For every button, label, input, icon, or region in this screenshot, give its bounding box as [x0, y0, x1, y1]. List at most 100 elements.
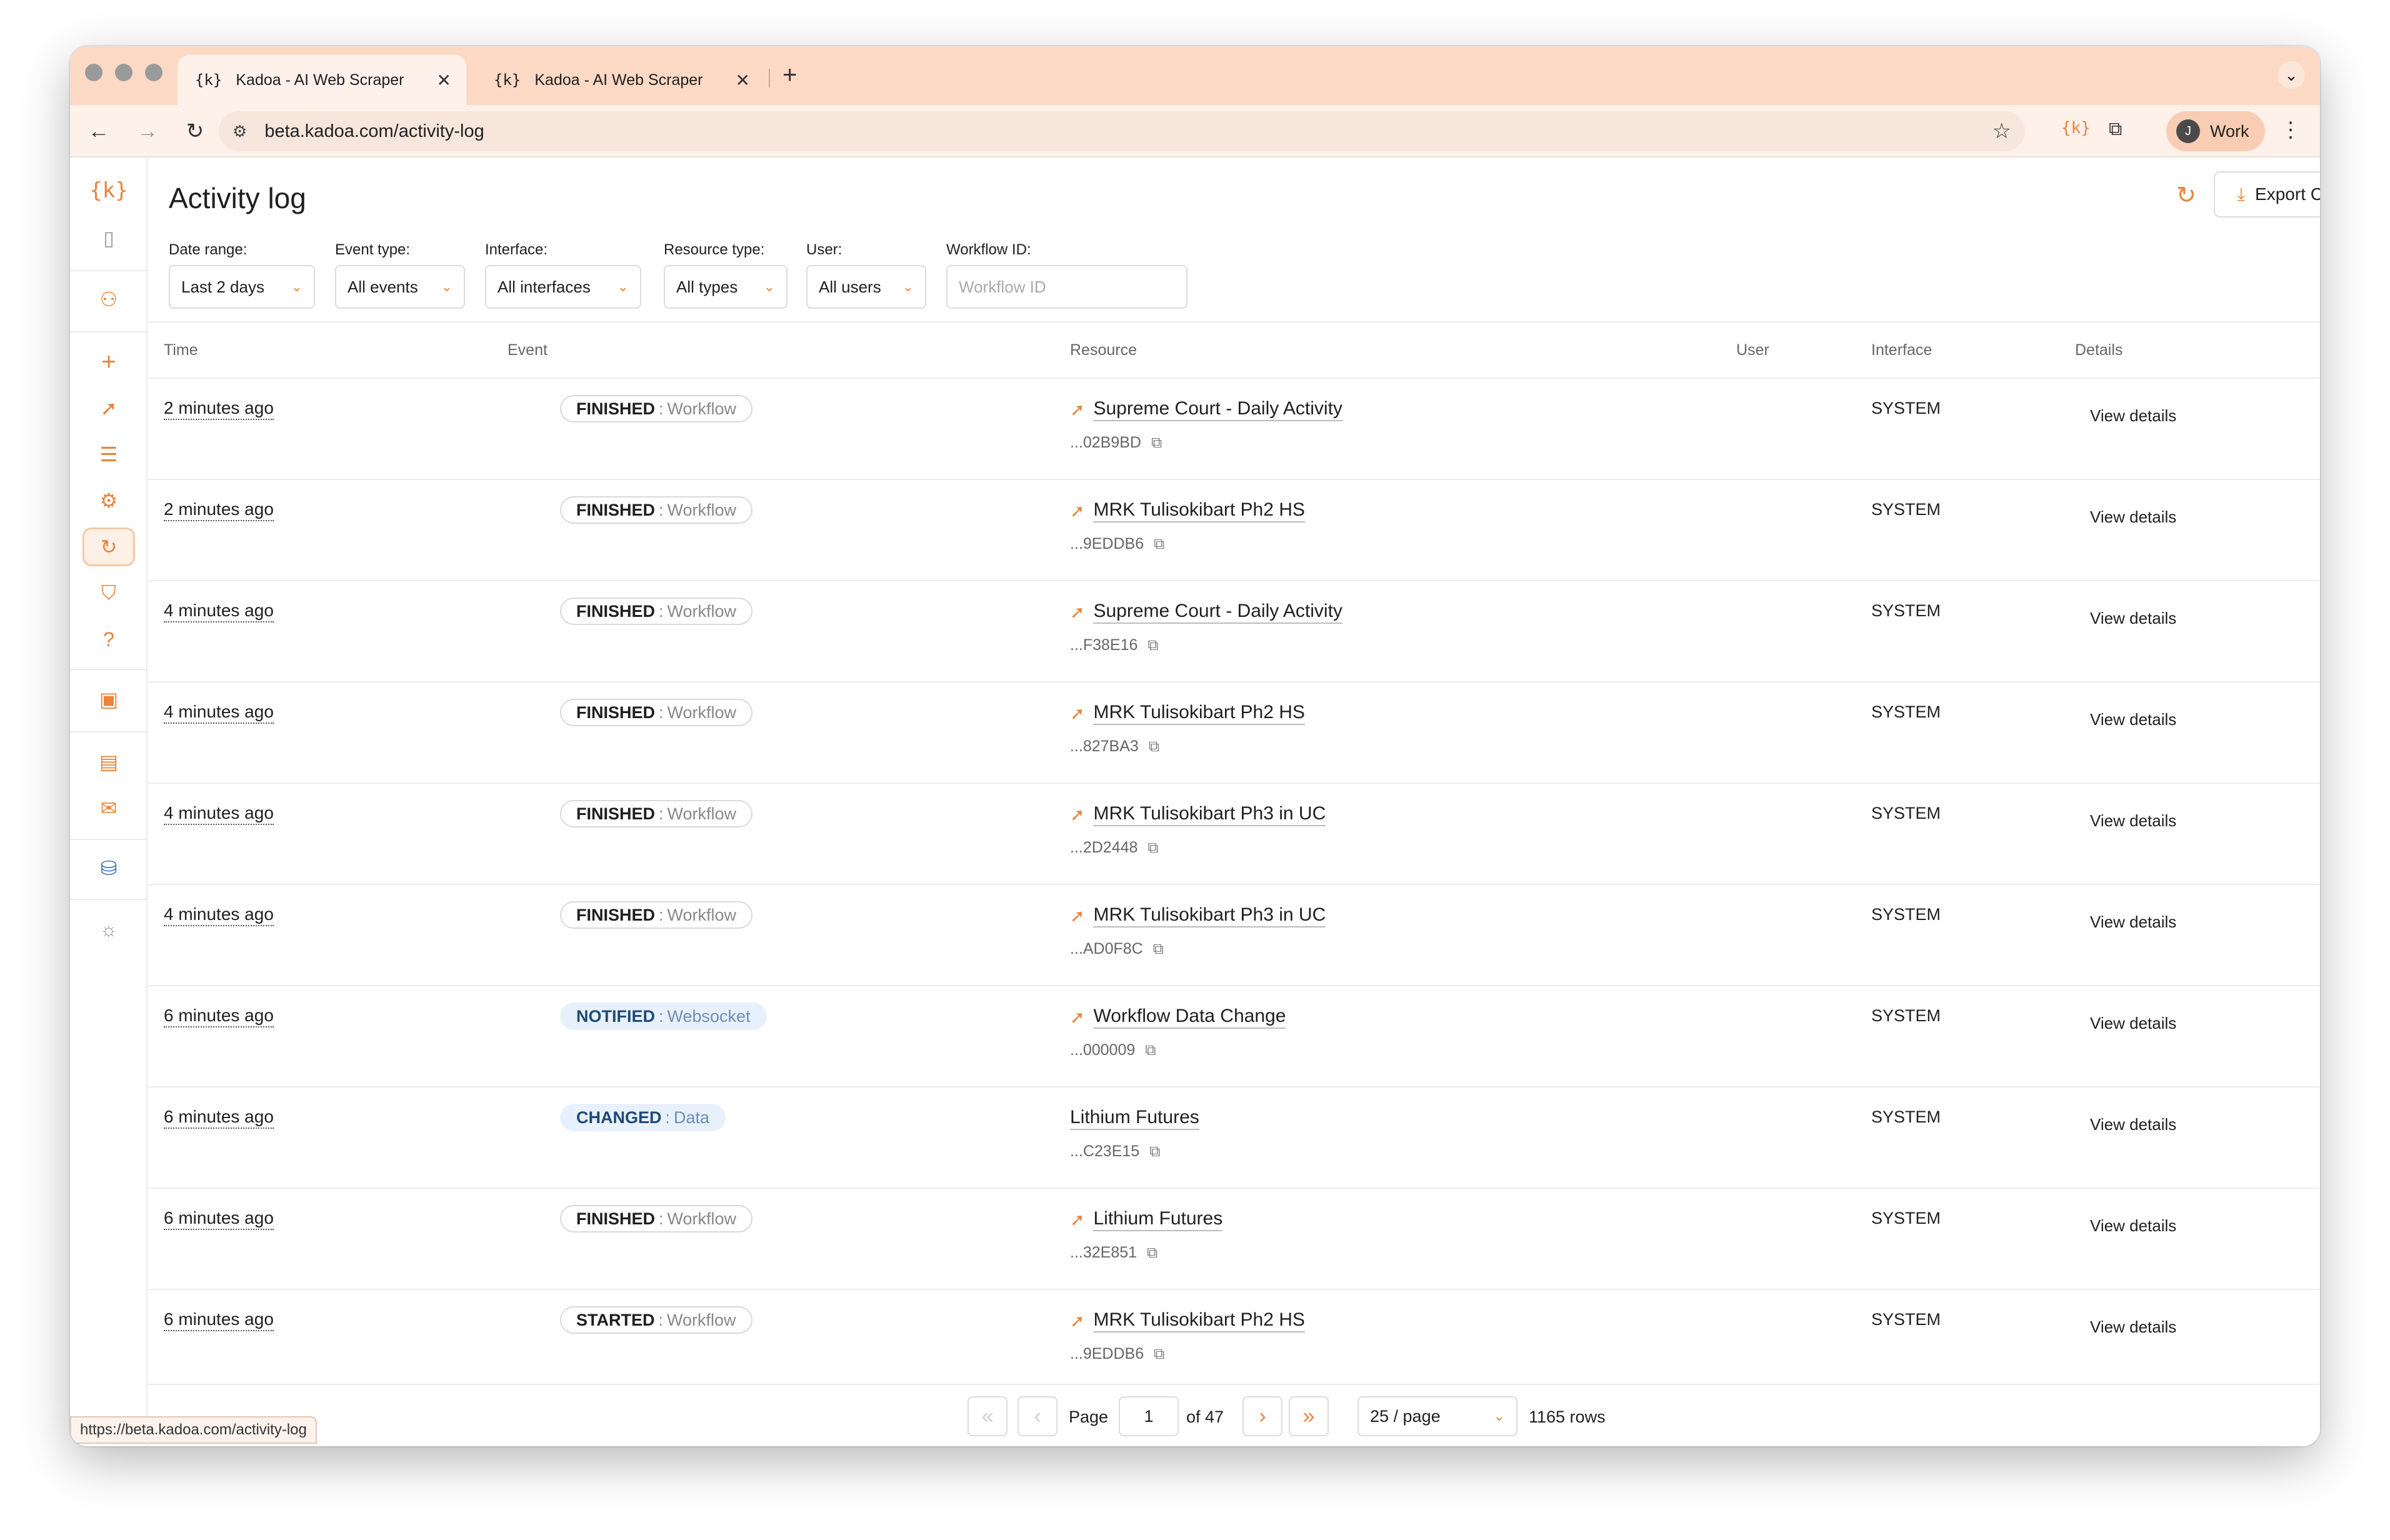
next-page-icon[interactable]: › [1242, 1396, 1282, 1436]
help-icon[interactable]: ? [82, 620, 135, 659]
resource-link[interactable]: ➚ MRK Tulisokibart Ph2 HS [1070, 1309, 1305, 1332]
shield-icon[interactable]: ⛉ [82, 574, 135, 612]
resource-name[interactable]: Workflow Data Change [1093, 1005, 1286, 1029]
resource-name[interactable]: MRK Tulisokibart Ph2 HS [1093, 701, 1305, 725]
resource-link[interactable]: ➚ MRK Tulisokibart Ph2 HS [1070, 701, 1305, 725]
column-header-details[interactable]: Details [2075, 341, 2122, 359]
table-row[interactable]: 6 minutes ago STARTED: Workflow ➚ MRK Tuliso… [148, 1290, 2320, 1384]
view-details-link[interactable]: View details [2090, 912, 2176, 932]
tab-search-chevron-icon[interactable]: ⌄ [2278, 61, 2305, 89]
resource-name[interactable]: MRK Tulisokibart Ph2 HS [1093, 1309, 1305, 1332]
first-page-icon[interactable]: « [968, 1396, 1008, 1436]
kadoa-logo-icon[interactable]: {k} [82, 171, 135, 210]
resource-link[interactable]: ➚ Workflow Data Change [1070, 1005, 1286, 1029]
resource-name[interactable]: Lithium Futures [1093, 1208, 1223, 1231]
reload-icon[interactable]: ↻ [180, 116, 210, 146]
new-tab-icon[interactable]: + [782, 62, 797, 88]
extensions-puzzle-icon[interactable]: ⧉ [2109, 119, 2122, 140]
browser-tab-active[interactable]: {k} Kadoa - AI Web Scraper ✕ [178, 55, 466, 105]
resource-name[interactable]: Lithium Futures [1070, 1106, 1199, 1130]
user-select[interactable]: All users ⌄ [806, 265, 926, 309]
sun-icon[interactable]: ☼ [82, 910, 135, 949]
copy-icon[interactable]: ⧉ [1154, 536, 1164, 553]
minimize-window-button[interactable] [115, 64, 132, 81]
table-row[interactable]: 4 minutes ago FINISHED: Workflow ➚ MRK Tulis… [148, 682, 2320, 784]
page-number-input[interactable]: 1 [1119, 1396, 1179, 1436]
address-bar[interactable]: ⚙ beta.kadoa.com/activity-log ☆ [219, 111, 2025, 151]
sidebar-toggle-icon[interactable]: ▯ [82, 219, 135, 258]
table-row[interactable]: 6 minutes ago NOTIFIED: Websocket ➚ Workflow… [148, 986, 2320, 1088]
add-icon[interactable]: + [82, 342, 135, 381]
profile-button[interactable]: J Work [2166, 111, 2265, 151]
zoom-window-button[interactable] [145, 64, 162, 81]
resource-name[interactable]: Supreme Court - Daily Activity [1093, 600, 1342, 624]
export-csv-button[interactable]: ⤓ Export CSV [2214, 171, 2320, 218]
resource-name[interactable]: Supreme Court - Daily Activity [1093, 398, 1342, 421]
table-row[interactable]: 6 minutes ago FINISHED: Workflow ➚ Lithium F… [148, 1189, 2320, 1290]
resource-name[interactable]: MRK Tulisokibart Ph3 in UC [1093, 904, 1326, 928]
column-header-time[interactable]: Time [164, 341, 198, 359]
table-row[interactable]: 4 minutes ago FINISHED: Workflow ➚ MRK Tulis… [148, 784, 2320, 885]
resource-link[interactable]: ➚ MRK Tulisokibart Ph2 HS [1070, 499, 1305, 522]
browser-tab[interactable]: {k} Kadoa - AI Web Scraper ✕ [476, 55, 765, 105]
resource-link[interactable]: ➚ Lithium Futures [1070, 1208, 1223, 1231]
copy-icon[interactable]: ⧉ [1148, 839, 1158, 857]
kadoa-extension-icon[interactable]: {k} [2061, 119, 2091, 138]
table-row[interactable]: 2 minutes ago FINISHED: Workflow ➚ Supreme C… [148, 379, 2320, 480]
site-settings-icon[interactable]: ⚙ [232, 122, 247, 141]
forward-arrow-icon[interactable]: → [132, 116, 162, 146]
view-details-link[interactable]: View details [2090, 1318, 2176, 1337]
table-row[interactable]: 4 minutes ago FINISHED: Workflow ➚ Supreme C… [148, 581, 2320, 682]
team-icon[interactable]: ⚇ [82, 280, 135, 319]
table-row[interactable]: 2 minutes ago FINISHED: Workflow ➚ MRK Tulis… [148, 480, 2320, 581]
column-header-user[interactable]: User [1736, 341, 1769, 359]
close-tab-icon[interactable]: ✕ [736, 70, 750, 91]
resource-link[interactable]: ➚ Supreme Court - Daily Activity [1070, 600, 1342, 624]
list-icon[interactable]: ☰ [82, 435, 135, 474]
mail-icon[interactable]: ✉ [82, 789, 135, 828]
book-icon[interactable]: ▤ [82, 742, 135, 781]
copy-icon[interactable]: ⧉ [1153, 941, 1164, 958]
browser-menu-icon[interactable]: ⋮ [2280, 118, 2301, 142]
last-page-icon[interactable]: » [1289, 1396, 1329, 1436]
view-details-link[interactable]: View details [2090, 1115, 2176, 1134]
copy-icon[interactable]: ⧉ [1151, 434, 1162, 452]
resource-link[interactable]: Lithium Futures [1070, 1106, 1199, 1130]
address-url[interactable]: beta.kadoa.com/activity-log [264, 121, 484, 142]
bookmark-star-icon[interactable]: ☆ [1992, 119, 2011, 144]
resource-link[interactable]: ➚ Supreme Court - Daily Activity [1070, 398, 1342, 421]
view-details-link[interactable]: View details [2090, 1014, 2176, 1033]
resource-link[interactable]: ➚ MRK Tulisokibart Ph3 in UC [1070, 904, 1326, 928]
date-range-select[interactable]: Last 2 days ⌄ [169, 265, 315, 309]
resource-name[interactable]: MRK Tulisokibart Ph3 in UC [1093, 802, 1326, 826]
view-details-link[interactable]: View details [2090, 710, 2176, 729]
view-details-link[interactable]: View details [2090, 508, 2176, 527]
event-type-select[interactable]: All events ⌄ [335, 265, 465, 309]
gear-icon[interactable]: ⚙ [82, 481, 135, 520]
copy-icon[interactable]: ⧉ [1145, 1042, 1156, 1059]
table-row[interactable]: 4 minutes ago FINISHED: Workflow ➚ MRK Tulis… [148, 885, 2320, 986]
contacts-icon[interactable]: ▣ [82, 680, 135, 719]
column-header-interface[interactable]: Interface [1871, 341, 1932, 359]
copy-icon[interactable]: ⧉ [1149, 1143, 1160, 1161]
rocket-icon[interactable]: ➚ [82, 389, 135, 428]
back-arrow-icon[interactable]: ← [84, 116, 114, 146]
page-size-select[interactable]: 25 / page ⌄ [1358, 1396, 1518, 1436]
interface-select[interactable]: All interfaces ⌄ [485, 265, 641, 309]
view-details-link[interactable]: View details [2090, 811, 2176, 831]
resource-type-select[interactable]: All types ⌄ [664, 265, 788, 309]
activity-icon[interactable]: ↻ [82, 528, 135, 566]
refresh-icon[interactable]: ↻ [2176, 181, 2196, 209]
close-window-button[interactable] [85, 64, 102, 81]
column-header-event[interactable]: Event [508, 341, 548, 359]
copy-icon[interactable]: ⧉ [1148, 637, 1158, 654]
incognito-icon[interactable]: ⛁ [82, 849, 135, 888]
workflow-id-input[interactable]: Workflow ID [946, 265, 1188, 309]
copy-icon[interactable]: ⧉ [1154, 1346, 1164, 1363]
view-details-link[interactable]: View details [2090, 406, 2176, 426]
copy-icon[interactable]: ⧉ [1149, 738, 1159, 756]
previous-page-icon[interactable]: ‹ [1018, 1396, 1058, 1436]
view-details-link[interactable]: View details [2090, 1216, 2176, 1236]
resource-link[interactable]: ➚ MRK Tulisokibart Ph3 in UC [1070, 802, 1326, 826]
close-tab-icon[interactable]: ✕ [437, 70, 451, 91]
